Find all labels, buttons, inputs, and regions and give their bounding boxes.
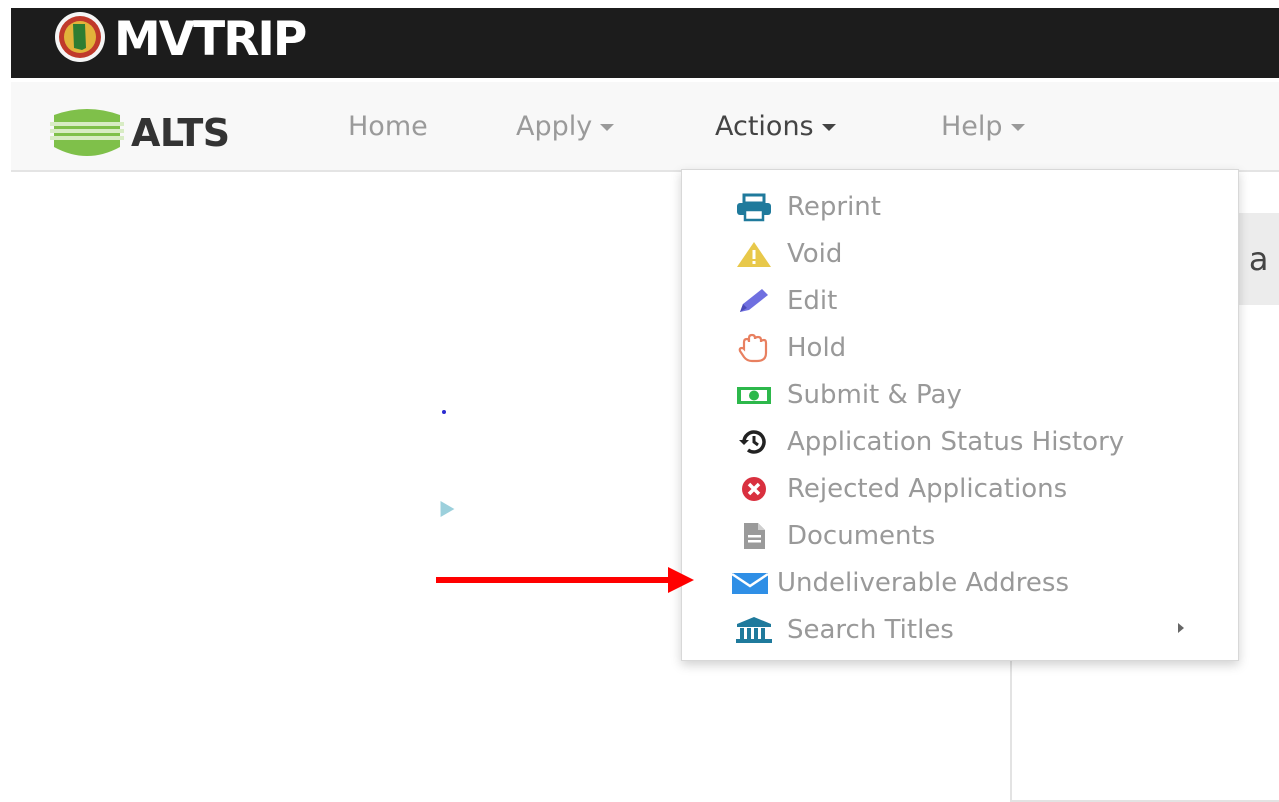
menu-item-status-history[interactable]: Application Status History — [682, 417, 1238, 464]
hand-icon — [738, 333, 768, 363]
menu-item-label: Search Titles — [787, 615, 954, 645]
money-icon — [737, 387, 771, 404]
menu-item-reprint[interactable]: Reprint — [682, 182, 1238, 229]
background-card — [1010, 640, 1279, 802]
menu-item-label: Submit & Pay — [787, 380, 962, 410]
chevron-down-icon — [821, 124, 836, 131]
print-icon — [737, 193, 771, 222]
nav-home[interactable]: Home — [348, 110, 428, 144]
menu-item-label: Void — [787, 239, 843, 269]
brand-name[interactable]: ALTS — [131, 108, 230, 158]
menu-item-label: Documents — [787, 521, 936, 551]
menu-item-label: Application Status History — [787, 427, 1125, 457]
menu-item-edit[interactable]: Edit — [682, 276, 1238, 323]
menu-item-label: Reprint — [787, 192, 881, 222]
warning-icon — [737, 242, 771, 267]
cursor-pointer-icon — [433, 496, 455, 518]
history-icon — [739, 430, 766, 454]
menu-item-label: Undeliverable Address — [777, 568, 1069, 598]
menu-item-documents[interactable]: Documents — [682, 511, 1238, 558]
chevron-right-icon — [1178, 623, 1184, 633]
annotation-arrow-icon — [436, 567, 694, 593]
menu-item-label: Hold — [787, 333, 847, 363]
stray-dot — [442, 410, 446, 414]
menu-item-submit-pay[interactable]: Submit & Pay — [682, 370, 1238, 417]
bank-icon — [736, 617, 772, 643]
menu-item-hold[interactable]: Hold — [682, 323, 1238, 370]
actions-dropdown-menu: Reprint Void Edit Hold Submit & Pay Appl… — [681, 169, 1239, 661]
nav-apply-label: Apply — [516, 111, 593, 142]
menu-item-undeliverable-address[interactable]: Undeliverable Address — [682, 558, 1238, 605]
top-header-bar: MVTRIP — [11, 8, 1279, 78]
menu-item-label: Edit — [787, 286, 838, 316]
menu-item-rejected-applications[interactable]: Rejected Applications — [682, 464, 1238, 511]
envelope-icon — [731, 572, 769, 594]
nav-actions[interactable]: Actions — [715, 110, 836, 144]
chevron-down-icon — [1010, 124, 1025, 131]
nav-help-label: Help — [941, 111, 1003, 142]
times-circle-icon — [742, 477, 766, 501]
chevron-down-icon — [600, 124, 615, 131]
menu-item-void[interactable]: Void — [682, 229, 1238, 276]
nav-actions-label: Actions — [715, 111, 814, 142]
nav-help[interactable]: Help — [941, 110, 1025, 144]
file-icon — [744, 523, 765, 549]
menu-item-label: Rejected Applications — [787, 474, 1068, 504]
nav-apply[interactable]: Apply — [516, 110, 615, 144]
alabama-seal-icon — [55, 12, 105, 62]
menu-item-search-titles[interactable]: Search Titles — [682, 605, 1238, 652]
main-navbar: ALTS Home Apply Actions Help — [11, 82, 1279, 172]
app-title: MVTRIP — [114, 12, 307, 67]
nav-home-label: Home — [348, 111, 428, 142]
alts-shield-icon[interactable] — [46, 107, 128, 161]
pencil-icon — [740, 289, 768, 312]
